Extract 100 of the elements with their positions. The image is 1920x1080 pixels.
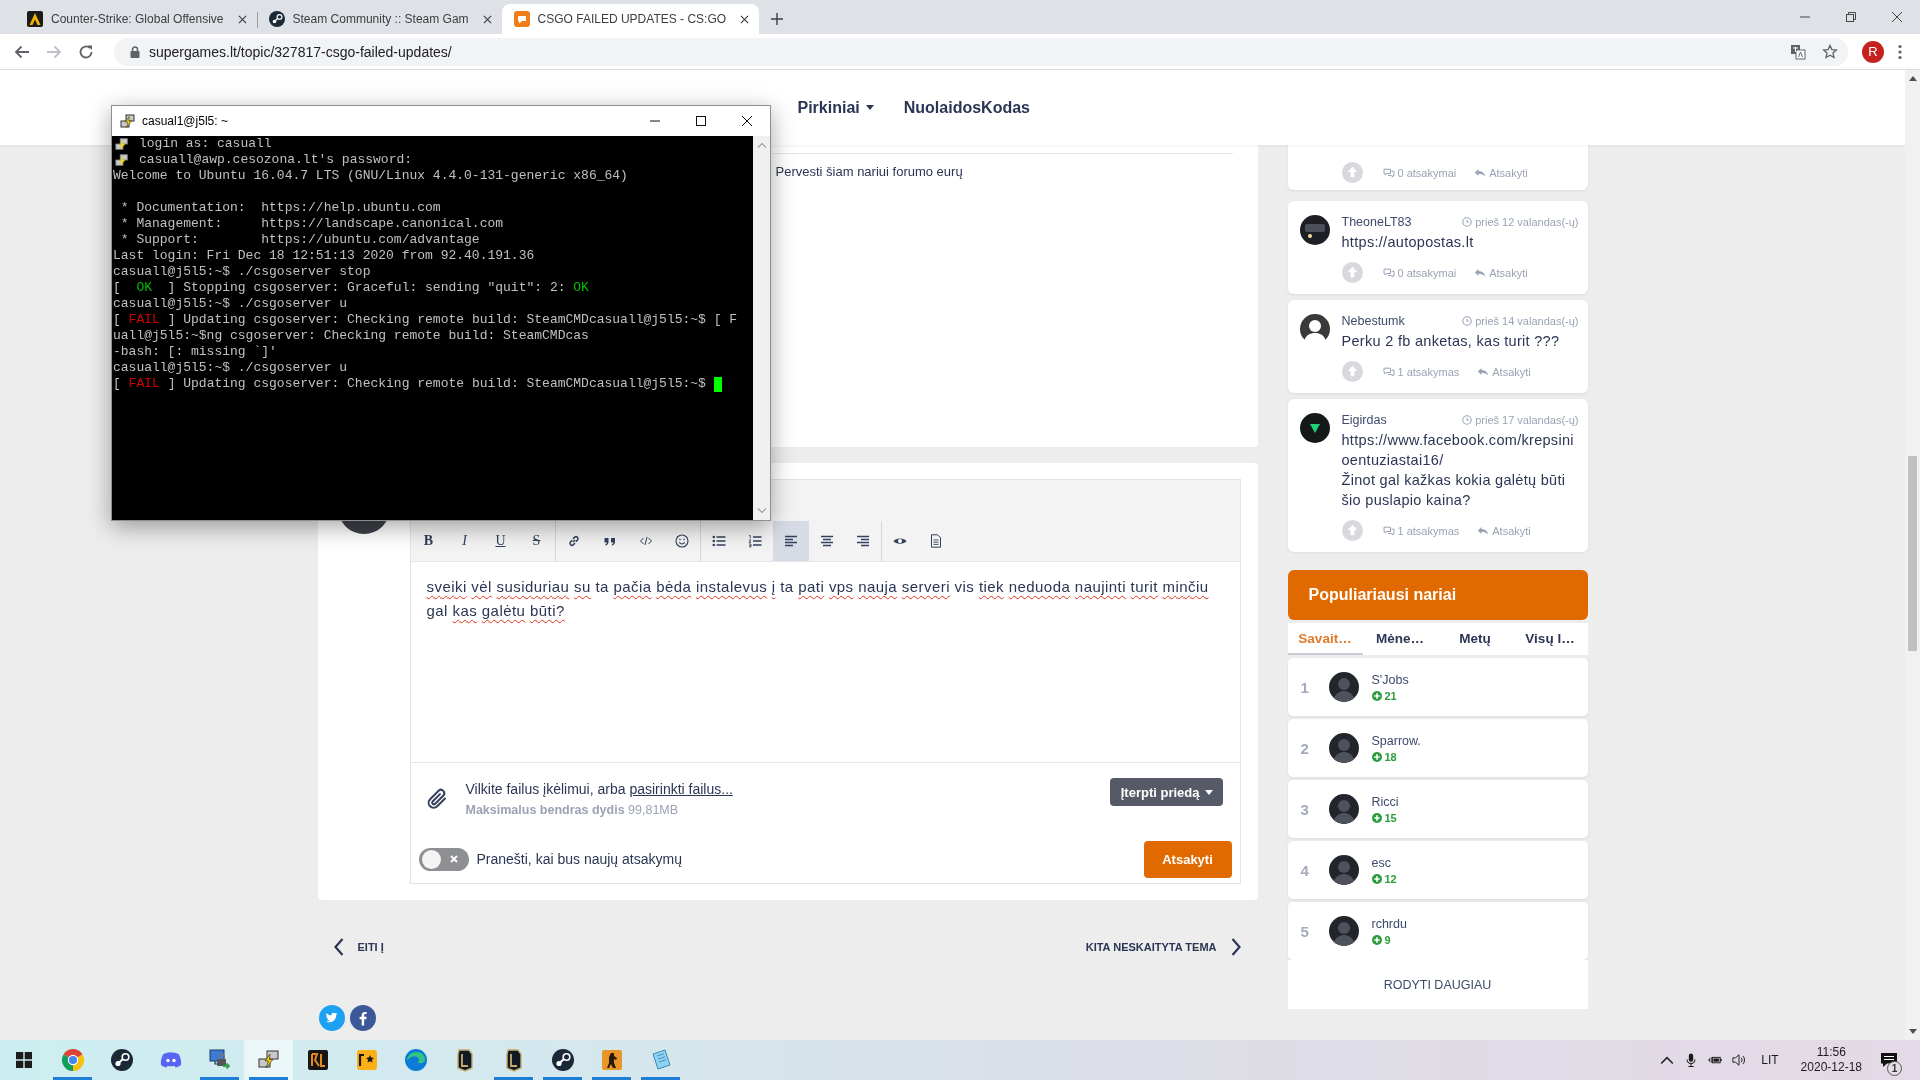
document-icon xyxy=(928,534,943,548)
close-icon[interactable] xyxy=(237,14,247,24)
author-name[interactable]: TheoneLT83 xyxy=(1341,215,1412,229)
align-left-button[interactable] xyxy=(772,521,809,561)
clock-icon xyxy=(1462,316,1473,326)
profile-avatar[interactable]: R xyxy=(1862,40,1884,63)
member-name: Ricci xyxy=(1371,794,1399,809)
code-icon xyxy=(638,534,653,548)
author-name[interactable]: Eigirdas xyxy=(1341,413,1387,427)
maximize-icon[interactable] xyxy=(696,116,706,126)
browser-tab[interactable]: Steam Community :: Steam Gam xyxy=(256,4,502,34)
cross-icon xyxy=(449,855,458,863)
comment-icon xyxy=(1382,267,1395,278)
message-field[interactable]: sveiki vėl susiduriau su ta pačia bėda instalevus į ta pati vps nauja serveri vis tiek neduoda naujinti turit minčiu gal kas galėtu būti? xyxy=(410,562,1240,763)
back-icon[interactable] xyxy=(14,43,30,60)
comment-icon xyxy=(1382,167,1395,178)
insert-attachment-button[interactable]: Įterpti priedą xyxy=(1109,778,1223,806)
reload-icon[interactable] xyxy=(78,43,94,60)
previous-topic-link[interactable]: EITI Į xyxy=(333,938,384,956)
clock[interactable]: 11:56 2020-12-18 xyxy=(1790,1045,1872,1075)
choose-files-link[interactable]: pasirinkti failus... xyxy=(629,780,733,797)
member-points: 18 xyxy=(1384,750,1397,763)
notification-count: 1 xyxy=(1887,1061,1902,1076)
clock-icon xyxy=(1462,415,1473,425)
scrollbar-thumb[interactable] xyxy=(1908,456,1917,651)
rank-number: 4 xyxy=(1300,861,1310,879)
member-name: rchrdu xyxy=(1371,916,1407,931)
plus-icon[interactable] xyxy=(771,13,784,25)
chevron-left-icon xyxy=(333,938,344,956)
terminal-line: login as: casuall xyxy=(139,136,272,152)
italic-button[interactable]: I xyxy=(446,521,483,561)
period-tab[interactable]: Metų xyxy=(1437,623,1513,655)
member-row[interactable]: 3 Ricci 15 xyxy=(1287,780,1588,838)
computers-icon xyxy=(115,137,129,151)
twitter-icon[interactable] xyxy=(318,1005,345,1031)
numbered-list-icon xyxy=(747,534,762,548)
reply-icon xyxy=(1477,525,1490,536)
facebook-icon[interactable] xyxy=(349,1005,376,1031)
strikethrough-button[interactable]: S xyxy=(518,521,555,561)
avatar xyxy=(1328,855,1359,885)
terminal-line: uall@j5l5:~$ng csgoserver: Checking remote build: SteamCMDcas xyxy=(113,328,589,344)
page-scrollbar[interactable] xyxy=(1905,70,1920,1040)
translate-icon[interactable] xyxy=(1790,43,1806,60)
terminal-line: Welcome to Ubuntu 16.04.7 LTS (GNU/Linux 4.4.0-131-generic x86_64) xyxy=(113,168,628,184)
close-icon[interactable] xyxy=(740,14,750,24)
wave-browser-icon xyxy=(403,1048,428,1072)
show-more-link[interactable]: RODYTI DAUGIAU xyxy=(1383,977,1492,992)
author-name[interactable]: Nebestumk xyxy=(1341,314,1405,328)
restore-icon[interactable] xyxy=(1846,12,1856,22)
member-points: 15 xyxy=(1384,811,1397,824)
bold-button[interactable]: B xyxy=(410,521,447,561)
post-time: prieš 12 valandas(-ų) xyxy=(1475,216,1579,228)
volume-icon[interactable] xyxy=(1732,1053,1747,1067)
message-text: sveiki vėl susiduriau su ta pačia bėda instalevus į ta pati vps nauja serveri vis tiek neduoda naujinti turit minčiu gal kas galėtu būti? xyxy=(426,577,1210,621)
browser-tab[interactable]: CSGO FAILED UPDATES - CS:GO xyxy=(501,4,760,34)
steam-icon xyxy=(268,11,285,27)
browser-icon xyxy=(60,1048,85,1072)
smiley-icon xyxy=(674,534,689,548)
terminal-line: casuall@j5l5:~$ ./csgoserver stop xyxy=(113,264,371,280)
menu-icon[interactable] xyxy=(1898,43,1902,60)
terminal-line: [ FAIL ] Updating csgoserver: Checking remote build: SteamCMDcasuall@j5l5:~$ [ F xyxy=(113,312,738,328)
avatar xyxy=(1328,672,1359,702)
next-topic-link[interactable]: KITA NESKAITYTA TEMA xyxy=(1085,938,1241,956)
comment-icon xyxy=(1382,366,1395,377)
star-icon[interactable] xyxy=(1822,43,1838,60)
terminal-line: casuall@j5l5:~$ ./csgoserver u xyxy=(113,296,348,312)
member-row[interactable]: 1 S'Jobs 21 xyxy=(1287,658,1588,716)
plus-circle-icon xyxy=(1371,690,1382,701)
computers-icon xyxy=(115,153,129,167)
period-tab[interactable]: Visų l… xyxy=(1512,623,1588,655)
scroll-down-icon[interactable] xyxy=(1908,1029,1917,1034)
shout-message: Žinot gal kažkas kokia galėtų būti šio puslapio kaina? xyxy=(1341,471,1567,510)
close-icon[interactable] xyxy=(482,14,492,24)
window-title: casual1@j5l5: ~ xyxy=(142,114,228,128)
plus-circle-icon xyxy=(1371,812,1382,823)
align-right-icon xyxy=(855,534,870,548)
address-bar[interactable]: supergames.lt/topic/327817-csgo-failed-updates/ xyxy=(114,37,1848,66)
rank-number: 2 xyxy=(1300,739,1310,757)
member-row[interactable]: 4 esc 12 xyxy=(1287,841,1588,899)
scroll-up-icon[interactable] xyxy=(1908,76,1917,81)
terminal-app-icon xyxy=(120,113,136,129)
period-tab[interactable]: Mėne… xyxy=(1362,623,1438,655)
terminal-line: casuall@awp.cesozona.lt's password: xyxy=(139,152,413,168)
close-icon[interactable] xyxy=(742,116,752,126)
post-time: prieš 14 valandas(-ų) xyxy=(1475,315,1579,327)
notify-toggle[interactable] xyxy=(418,847,469,871)
nav-link[interactable]: NuolaidosKodas xyxy=(903,98,1030,117)
close-icon[interactable] xyxy=(1892,12,1902,22)
terminal-line: Last login: Fri Dec 18 12:51:13 2020 from 92.40.191.36 xyxy=(113,248,535,264)
plus-circle-icon xyxy=(1371,934,1382,945)
nav-link[interactable]: Pirkiniai xyxy=(797,98,874,117)
transfer-link[interactable]: Pervesti šiam nariui forumo eurų xyxy=(775,164,963,179)
member-row[interactable]: 2 Sparrow. 18 xyxy=(1287,719,1588,777)
steam-icon xyxy=(550,1048,575,1072)
member-row[interactable]: 5 rchrdu 9 xyxy=(1287,902,1588,960)
language-indicator[interactable]: LIT xyxy=(1761,1053,1779,1067)
terminal-line: casuall@j5l5:~$ ./csgoserver u xyxy=(113,360,348,376)
underline-button[interactable]: U xyxy=(482,521,519,561)
browser-tab[interactable]: Counter-Strike: Global Offensive xyxy=(15,4,257,34)
chevron-right-icon xyxy=(1230,938,1241,956)
